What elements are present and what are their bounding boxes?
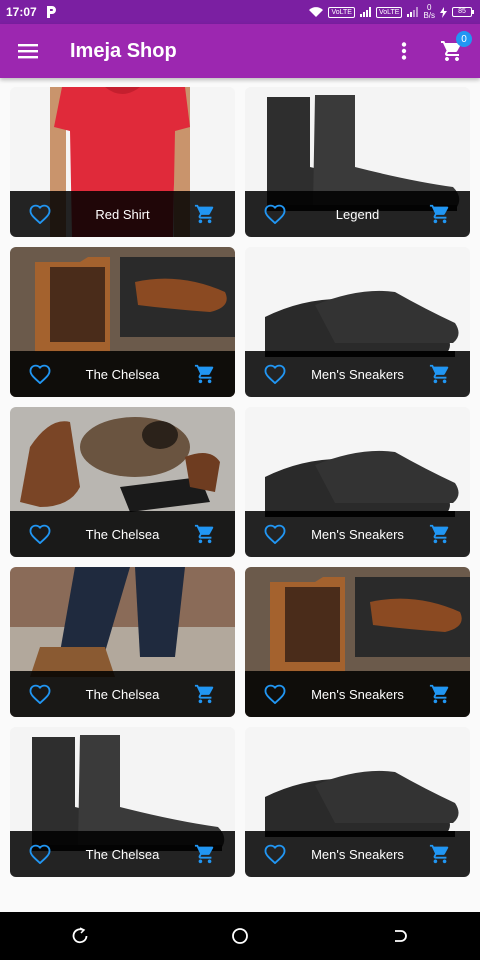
heart-outline-icon xyxy=(29,364,51,384)
product-card[interactable]: Men's Sneakers xyxy=(245,407,470,557)
favorite-button[interactable] xyxy=(245,831,305,877)
signal-icon-2 xyxy=(407,7,419,17)
product-name: Men's Sneakers xyxy=(311,846,404,862)
product-name: Red Shirt xyxy=(95,206,150,222)
card-action-bar: Red Shirt xyxy=(10,191,235,237)
cart-button[interactable]: 0 xyxy=(424,24,480,78)
card-action-bar: Men's Sneakers xyxy=(245,831,470,877)
product-name: Men's Sneakers xyxy=(311,526,404,542)
status-time: 17:07 xyxy=(6,5,37,19)
product-name: Men's Sneakers xyxy=(311,366,404,382)
add-to-cart-button[interactable] xyxy=(410,831,470,877)
heart-outline-icon xyxy=(264,204,286,224)
add-to-cart-button[interactable] xyxy=(175,351,235,397)
heart-outline-icon xyxy=(29,204,51,224)
product-card[interactable]: Men's Sneakers xyxy=(245,247,470,397)
favorite-button[interactable] xyxy=(10,351,70,397)
heart-outline-icon xyxy=(264,684,286,704)
menu-icon xyxy=(18,44,38,59)
card-action-bar: Men's Sneakers xyxy=(245,511,470,557)
volte-badge-2: VoLTE xyxy=(375,6,403,18)
add-to-cart-button[interactable] xyxy=(410,511,470,557)
card-action-bar: The Chelsea xyxy=(10,671,235,717)
page-title: Imeja Shop xyxy=(70,39,177,62)
cart-count-badge: 0 xyxy=(456,31,472,47)
speed-unit: B/s xyxy=(423,11,435,20)
shopping-cart-icon xyxy=(429,204,449,224)
favorite-button[interactable] xyxy=(10,191,70,237)
heart-outline-icon xyxy=(29,844,51,864)
signal-icon xyxy=(359,7,371,17)
favorite-button[interactable] xyxy=(245,511,305,557)
favorite-button[interactable] xyxy=(10,511,70,557)
favorite-button[interactable] xyxy=(245,351,305,397)
card-action-bar: The Chelsea xyxy=(10,351,235,397)
card-action-bar: The Chelsea xyxy=(10,511,235,557)
product-name: The Chelsea xyxy=(85,366,160,382)
shopping-cart-icon xyxy=(429,364,449,384)
app-notification-icon xyxy=(46,6,56,18)
shopping-cart-icon xyxy=(429,524,449,544)
product-card[interactable]: The Chelsea xyxy=(10,727,235,877)
shopping-cart-icon xyxy=(429,844,449,864)
add-to-cart-button[interactable] xyxy=(175,831,235,877)
product-card[interactable]: Legend xyxy=(245,87,470,237)
network-speed: 0 B/s xyxy=(423,4,435,20)
product-card[interactable]: The Chelsea xyxy=(10,567,235,717)
card-action-bar: Men's Sneakers xyxy=(245,351,470,397)
home-button[interactable] xyxy=(210,912,270,960)
heart-outline-icon xyxy=(29,524,51,544)
shopping-cart-icon xyxy=(429,684,449,704)
add-to-cart-button[interactable] xyxy=(410,351,470,397)
product-card[interactable]: The Chelsea xyxy=(10,407,235,557)
product-card[interactable]: Men's Sneakers xyxy=(245,567,470,717)
status-bar: 17:07 VoLTE VoLTE 0 B/s 85 xyxy=(0,0,480,24)
more-vert-icon xyxy=(401,42,407,60)
shopping-cart-icon xyxy=(194,684,214,704)
favorite-button[interactable] xyxy=(245,191,305,237)
product-name: The Chelsea xyxy=(85,526,160,542)
product-grid: Red Shirt Legend The Chelsea Men's Sneak… xyxy=(10,87,470,877)
shopping-cart-icon xyxy=(194,844,214,864)
favorite-button[interactable] xyxy=(10,831,70,877)
recents-button[interactable] xyxy=(370,912,430,960)
add-to-cart-button[interactable] xyxy=(175,191,235,237)
volte-badge-1: VoLTE xyxy=(328,6,355,18)
card-action-bar: Men's Sneakers xyxy=(245,671,470,717)
add-to-cart-button[interactable] xyxy=(410,671,470,717)
favorite-button[interactable] xyxy=(245,671,305,717)
favorite-button[interactable] xyxy=(10,671,70,717)
back-icon xyxy=(72,927,88,944)
menu-button[interactable] xyxy=(0,24,56,78)
add-to-cart-button[interactable] xyxy=(175,511,235,557)
product-name: The Chelsea xyxy=(85,686,160,702)
wifi-icon xyxy=(309,7,324,17)
product-name: Legend xyxy=(335,206,380,222)
product-name: The Chelsea xyxy=(85,846,160,862)
product-card[interactable]: Men's Sneakers xyxy=(245,727,470,877)
add-to-cart-button[interactable] xyxy=(175,671,235,717)
heart-outline-icon xyxy=(264,844,286,864)
battery-level: 85 xyxy=(452,7,472,17)
home-icon xyxy=(232,928,248,944)
add-to-cart-button[interactable] xyxy=(410,191,470,237)
back-button[interactable] xyxy=(50,912,110,960)
recents-icon xyxy=(395,930,407,942)
card-action-bar: Legend xyxy=(245,191,470,237)
heart-outline-icon xyxy=(264,364,286,384)
product-name: Men's Sneakers xyxy=(311,686,404,702)
product-card[interactable]: Red Shirt xyxy=(10,87,235,237)
heart-outline-icon xyxy=(29,684,51,704)
more-options-button[interactable] xyxy=(384,24,424,78)
app-bar: Imeja Shop 0 xyxy=(0,24,480,78)
product-card[interactable]: The Chelsea xyxy=(10,247,235,397)
charging-icon xyxy=(440,6,447,18)
system-nav-bar xyxy=(0,912,480,960)
heart-outline-icon xyxy=(264,524,286,544)
battery-icon: 85 xyxy=(452,7,474,17)
shopping-cart-icon xyxy=(194,204,214,224)
shopping-cart-icon xyxy=(194,524,214,544)
shopping-cart-icon xyxy=(194,364,214,384)
card-action-bar: The Chelsea xyxy=(10,831,235,877)
